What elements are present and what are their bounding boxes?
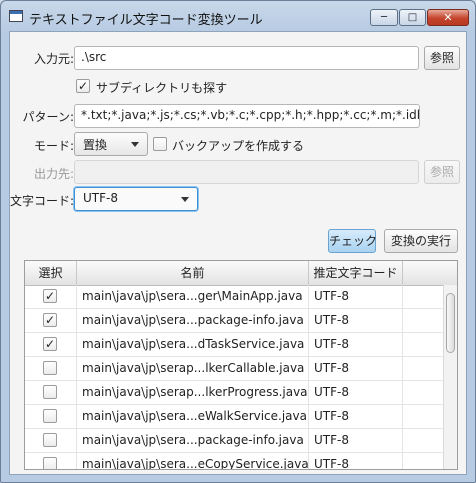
checkmark-icon: ✓ <box>44 313 56 327</box>
filler-cell <box>403 357 443 380</box>
file-name-cell: main\java\jp\sera...eWalkService.java <box>77 405 309 428</box>
column-header-filler <box>403 261 457 285</box>
charset-cell: UTF-8 <box>309 381 403 404</box>
table-header: 選択 名前 推定文字コード <box>25 261 457 286</box>
charset-cell: UTF-8 <box>309 357 403 380</box>
filler-cell <box>403 405 443 428</box>
charset-combo[interactable]: UTF-8 <box>74 187 198 211</box>
file-name-cell: main\java\jp\sera...package-info.java <box>77 309 309 332</box>
filler-cell <box>403 309 443 332</box>
charset-combo-value: UTF-8 <box>83 191 118 205</box>
table-row[interactable]: main\java\jp\sera...package-info.java UTF… <box>25 429 443 453</box>
input-browse-button[interactable]: 参照 <box>424 46 460 70</box>
column-header-select[interactable]: 選択 <box>25 261 77 285</box>
minimize-button[interactable]: ─ <box>370 9 398 26</box>
checkmark-icon: ✓ <box>77 79 89 93</box>
charset-cell: UTF-8 <box>309 333 403 356</box>
filler-cell <box>403 381 443 404</box>
charset-cell: UTF-8 <box>309 453 403 469</box>
chevron-down-icon <box>131 142 139 147</box>
table-row[interactable]: main\java\jp\sera...eCopyService.java UTF… <box>25 453 443 469</box>
table-row[interactable]: ✓ main\java\jp\sera...ger\MainApp.java UTF… <box>25 285 443 309</box>
row-select-checkbox[interactable] <box>43 457 57 469</box>
pattern-field[interactable]: *.txt;*.java;*.js;*.cs;*.vb;*.c;*.cpp;*.… <box>74 104 420 128</box>
table-row[interactable]: main\java\jp\serap...lkerProgress.java UT… <box>25 381 443 405</box>
select-cell <box>25 357 77 380</box>
mode-combo[interactable]: 置換 <box>74 132 148 156</box>
file-table: 選択 名前 推定文字コード ✓ main\java\jp\sera...ger\M… <box>24 260 458 470</box>
client-area: 入力元: .\src 参照 ✓ サブディレクトリも探す パターン: *.txt;… <box>9 31 467 475</box>
row-select-checkbox[interactable]: ✓ <box>43 289 57 303</box>
close-button[interactable]: ✕ <box>427 9 469 26</box>
row-select-checkbox[interactable] <box>43 409 57 423</box>
row-select-checkbox[interactable] <box>43 385 57 399</box>
pattern-label: パターン: <box>22 110 74 124</box>
vertical-scrollbar[interactable] <box>443 285 457 469</box>
output-label: 出力先: <box>33 167 74 181</box>
backup-label: バックアップを作成する <box>172 139 305 153</box>
title-bar[interactable]: テキストファイル文字コード変換ツール ─ □ ✕ <box>1 1 475 31</box>
output-browse-button[interactable]: 参照 <box>424 160 460 184</box>
row-select-checkbox[interactable]: ✓ <box>43 337 57 351</box>
check-button[interactable]: チェック <box>328 229 377 253</box>
filler-cell <box>403 285 443 308</box>
backup-checkbox[interactable] <box>153 137 167 151</box>
column-header-name[interactable]: 名前 <box>77 261 309 285</box>
column-header-charset[interactable]: 推定文字コード <box>309 261 403 285</box>
select-cell: ✓ <box>25 333 77 356</box>
scrollbar-thumb[interactable] <box>446 293 455 353</box>
charset-cell: UTF-8 <box>309 285 403 308</box>
output-path-field[interactable] <box>74 160 419 184</box>
table-row[interactable]: ✓ main\java\jp\sera...dTaskService.java UT… <box>25 333 443 357</box>
select-cell: ✓ <box>25 309 77 332</box>
select-cell <box>25 429 77 452</box>
maximize-button[interactable]: □ <box>399 9 426 26</box>
row-select-checkbox[interactable]: ✓ <box>43 313 57 327</box>
mode-combo-value: 置換 <box>83 138 108 152</box>
chevron-down-icon <box>181 197 189 202</box>
app-icon <box>9 10 23 22</box>
file-name-cell: main\java\jp\sera...dTaskService.java <box>77 333 309 356</box>
file-name-cell: main\java\jp\serap...lkerProgress.java <box>77 381 309 404</box>
charset-cell: UTF-8 <box>309 429 403 452</box>
subdir-checkbox[interactable]: ✓ <box>76 79 90 93</box>
file-name-cell: main\java\jp\sera...package-info.java <box>77 429 309 452</box>
file-name-cell: main\java\jp\sera...eCopyService.java <box>77 453 309 469</box>
mode-label: モード: <box>33 139 74 153</box>
input-label: 入力元: <box>33 52 74 66</box>
row-select-checkbox[interactable] <box>43 433 57 447</box>
select-cell <box>25 405 77 428</box>
row-select-checkbox[interactable] <box>43 361 57 375</box>
file-name-cell: main\java\jp\sera...ger\MainApp.java <box>77 285 309 308</box>
checkmark-icon: ✓ <box>44 289 56 303</box>
window-title: テキストファイル文字コード変換ツール <box>29 13 263 28</box>
input-path-field[interactable]: .\src <box>74 46 419 70</box>
filler-cell <box>403 429 443 452</box>
table-row[interactable]: ✓ main\java\jp\sera...package-info.java UT… <box>25 309 443 333</box>
subdir-label: サブディレクトリも探す <box>96 81 228 95</box>
checkmark-icon: ✓ <box>44 337 56 351</box>
select-cell <box>25 453 77 469</box>
charset-cell: UTF-8 <box>309 405 403 428</box>
file-name-cell: main\java\jp\serap...lkerCallable.java <box>77 357 309 380</box>
table-row[interactable]: main\java\jp\sera...eWalkService.java UTF… <box>25 405 443 429</box>
charset-cell: UTF-8 <box>309 309 403 332</box>
app-window: テキストファイル文字コード変換ツール ─ □ ✕ 入力元: .\src 参照 ✓… <box>0 0 476 483</box>
select-cell <box>25 381 77 404</box>
charset-label: 文字コード: <box>9 194 74 208</box>
convert-button[interactable]: 変換の実行 <box>384 229 458 253</box>
filler-cell <box>403 453 443 469</box>
select-cell: ✓ <box>25 285 77 308</box>
table-row[interactable]: main\java\jp\serap...lkerCallable.java UT… <box>25 357 443 381</box>
filler-cell <box>403 333 443 356</box>
